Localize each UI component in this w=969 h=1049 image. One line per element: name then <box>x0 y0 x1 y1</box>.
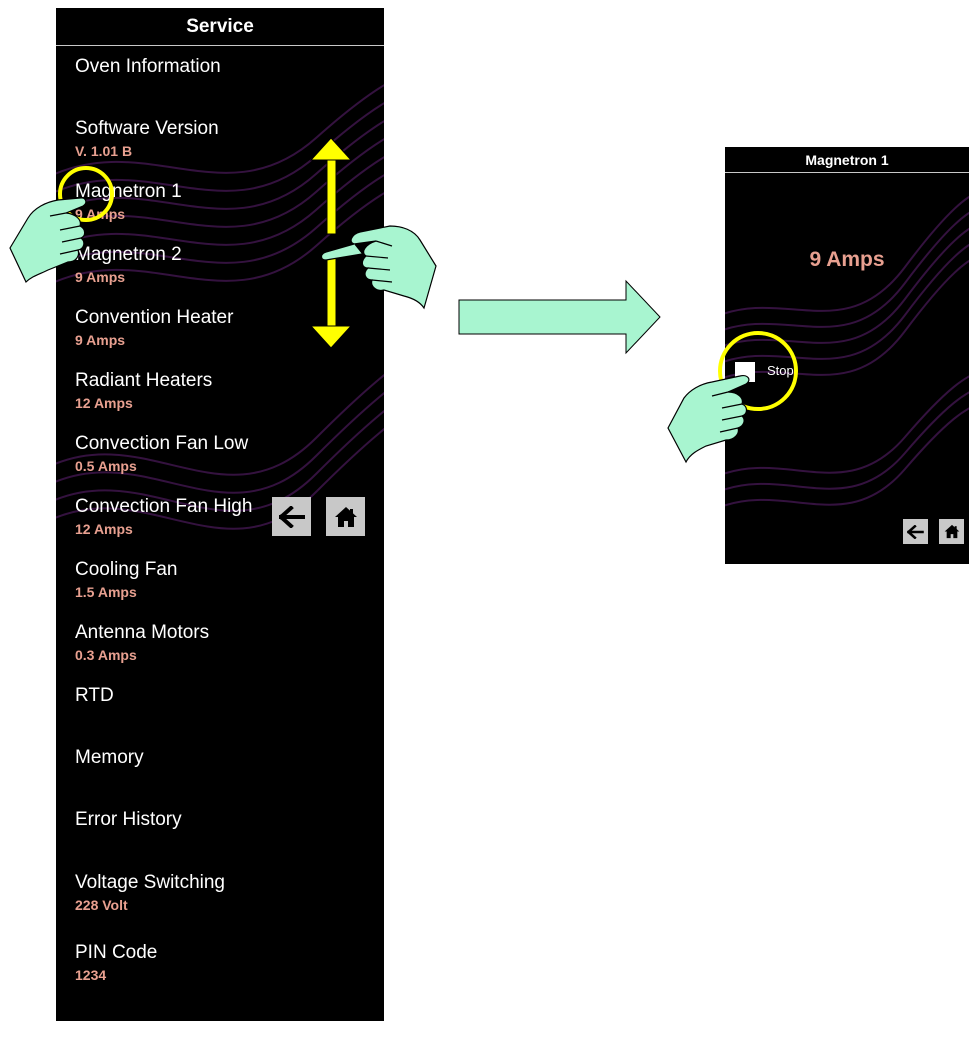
arrow-left-icon <box>278 505 305 528</box>
item-value: 1.5 Amps <box>75 584 137 600</box>
right-arrow-icon <box>458 279 661 355</box>
list-item-error-history[interactable]: Error History <box>75 809 182 831</box>
item-label: PIN Code <box>75 942 158 963</box>
list-item-convection-fan-high[interactable]: Convection Fan High 12 Amps <box>75 496 252 538</box>
item-label: RTD <box>75 685 114 706</box>
list-item-magnetron-2[interactable]: Magnetron 2 9 Amps <box>75 244 182 286</box>
item-value: 0.3 Amps <box>75 647 137 663</box>
item-label: Convention Heater <box>75 307 234 328</box>
item-label: Antenna Motors <box>75 622 210 643</box>
item-label: Memory <box>75 747 144 768</box>
item-label: Convection Fan Low <box>75 433 249 454</box>
item-value: 9 Amps <box>75 269 126 285</box>
item-value: 228 Volt <box>75 897 128 913</box>
list-item-pin-code[interactable]: PIN Code 1234 <box>75 942 157 984</box>
back-button[interactable] <box>272 497 311 536</box>
list-item-rtd[interactable]: RTD <box>75 685 114 707</box>
list-item-software-version[interactable]: Software Version V. 1.01 B <box>75 118 219 160</box>
item-label: Cooling Fan <box>75 559 178 580</box>
page-title: Service <box>56 8 384 46</box>
item-value: V. 1.01 B <box>75 143 133 159</box>
item-value: 0.5 Amps <box>75 458 137 474</box>
amperage-value: 9 Amps <box>809 248 885 271</box>
item-label: Magnetron 2 <box>75 244 182 265</box>
item-value: 9 Amps <box>75 206 126 222</box>
list-item-memory[interactable]: Memory <box>75 747 144 769</box>
list-item-convection-fan-low[interactable]: Convection Fan Low 0.5 Amps <box>75 433 248 475</box>
stop-label: Stop <box>767 363 794 378</box>
list-item-antenna-motors[interactable]: Antenna Motors 0.3 Amps <box>75 622 209 664</box>
stop-checkbox[interactable] <box>735 362 755 382</box>
home-button[interactable] <box>939 519 964 544</box>
page-title: Magnetron 1 <box>725 147 969 173</box>
item-label: Convection Fan High <box>75 496 253 517</box>
item-value: 1234 <box>75 967 107 983</box>
list-item-cooling-fan[interactable]: Cooling Fan 1.5 Amps <box>75 559 177 601</box>
item-label: Oven Information <box>75 56 221 77</box>
list-item-oven-information[interactable]: Oven Information <box>75 56 221 78</box>
item-label: Radiant Heaters <box>75 370 213 391</box>
magnetron-detail-screen: Magnetron 1 9 Amps Stop <box>725 147 969 564</box>
back-button[interactable] <box>903 519 928 544</box>
list-item-radiant-heaters[interactable]: Radiant Heaters 12 Amps <box>75 370 212 412</box>
list-item-magnetron-1[interactable]: Magnetron 1 9 Amps <box>75 181 182 223</box>
list-item-voltage-switching[interactable]: Voltage Switching 228 Volt <box>75 872 225 914</box>
item-label: Magnetron 1 <box>75 181 182 202</box>
arrow-left-icon <box>907 524 924 539</box>
item-value: 9 Amps <box>75 332 126 348</box>
wave-background <box>725 195 969 507</box>
item-label: Error History <box>75 809 182 830</box>
home-icon <box>334 506 357 527</box>
home-button[interactable] <box>326 497 365 536</box>
item-label: Software Version <box>75 118 219 139</box>
item-value: 12 Amps <box>75 521 133 537</box>
item-value: 12 Amps <box>75 395 133 411</box>
list-item-convention-heater[interactable]: Convention Heater 9 Amps <box>75 307 233 349</box>
item-label: Voltage Switching <box>75 872 225 893</box>
home-icon <box>944 524 959 539</box>
